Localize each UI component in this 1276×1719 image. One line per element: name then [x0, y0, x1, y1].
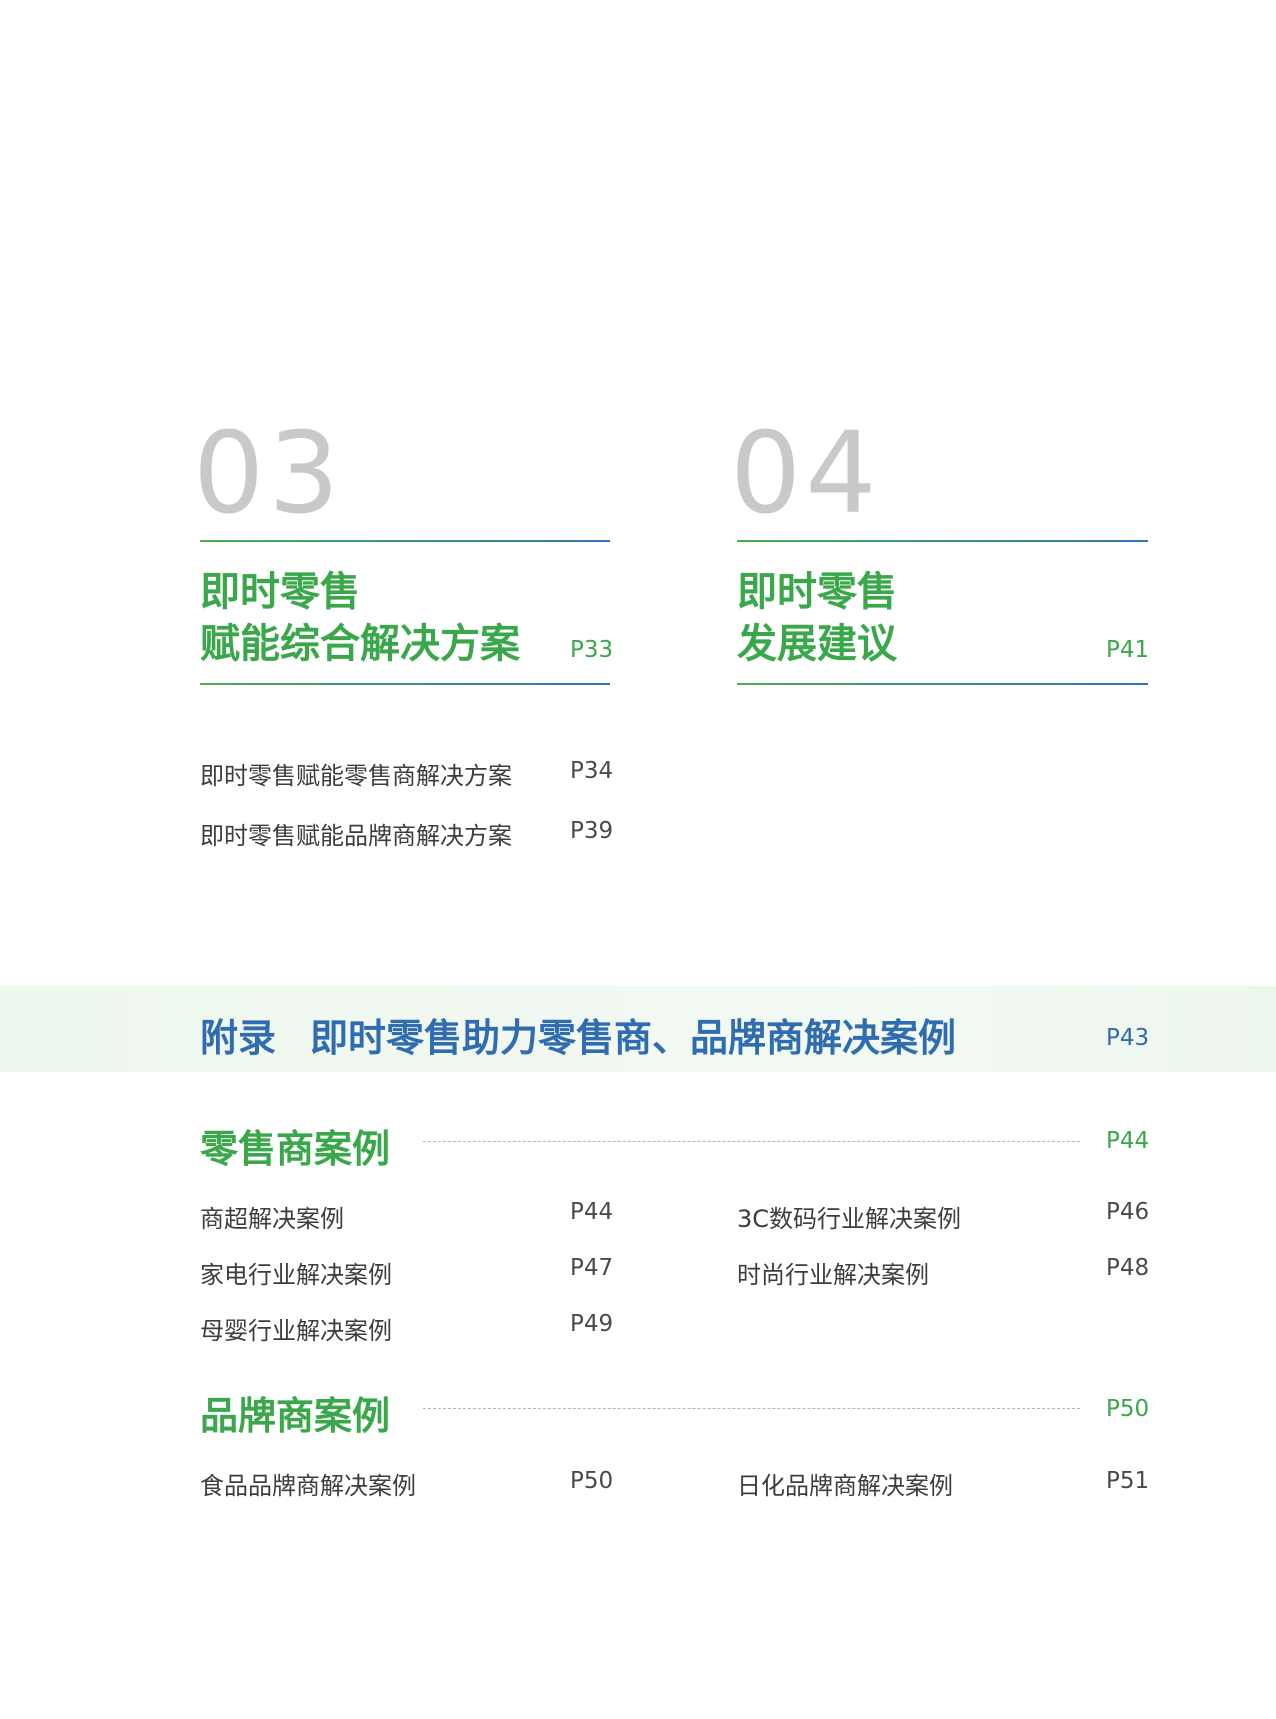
- case-maternal-infant-page[interactable]: P49: [570, 1311, 613, 1337]
- brand-cases-page[interactable]: P50: [1106, 1396, 1149, 1422]
- section-04-top-rule: [737, 540, 1148, 542]
- section-04-title-line1: 即时零售: [737, 569, 897, 615]
- appendix-page[interactable]: P43: [1106, 1025, 1149, 1051]
- case-3c-digital[interactable]: 3C数码行业解决案例: [737, 1199, 961, 1234]
- section-03-title-line1: 即时零售: [200, 569, 360, 615]
- section-03-top-rule: [200, 540, 610, 542]
- brand-cases-leader-dashes: [423, 1408, 1080, 1409]
- retailer-cases-leader-dashes: [423, 1141, 1080, 1142]
- case-3c-digital-page[interactable]: P46: [1106, 1199, 1149, 1225]
- section-04-page[interactable]: P41: [1106, 637, 1149, 663]
- section-03-bottom-rule: [200, 683, 610, 685]
- section-03-page[interactable]: P33: [570, 637, 613, 663]
- toc-item-brand-solution-page[interactable]: P39: [570, 818, 613, 844]
- case-supermarket[interactable]: 商超解决案例: [200, 1199, 344, 1234]
- case-food-brand[interactable]: 食品品牌商解决案例: [200, 1466, 416, 1501]
- section-number-03: 03: [193, 409, 344, 539]
- toc-item-retailer-solution[interactable]: 即时零售赋能零售商解决方案: [200, 756, 512, 791]
- section-03-title-line2: 赋能综合解决方案: [200, 621, 520, 667]
- case-maternal-infant[interactable]: 母婴行业解决案例: [200, 1311, 392, 1346]
- section-number-04: 04: [730, 409, 881, 539]
- appendix-title-text: 即时零售助力零售商、品牌商解决案例: [310, 1016, 957, 1060]
- section-04-title-line2: 发展建议: [737, 621, 897, 667]
- case-fashion[interactable]: 时尚行业解决案例: [737, 1255, 929, 1290]
- retailer-cases-title[interactable]: 零售商案例: [200, 1118, 390, 1173]
- section-04-title[interactable]: 即时零售 发展建议: [737, 566, 897, 670]
- section-04-bottom-rule: [737, 683, 1148, 685]
- case-home-appliance[interactable]: 家电行业解决案例: [200, 1255, 392, 1290]
- case-fashion-page[interactable]: P48: [1106, 1255, 1149, 1281]
- case-supermarket-page[interactable]: P44: [570, 1199, 613, 1225]
- appendix-label: 附录: [200, 1016, 277, 1060]
- toc-item-retailer-solution-page[interactable]: P34: [570, 758, 613, 784]
- toc-item-brand-solution[interactable]: 即时零售赋能品牌商解决方案: [200, 816, 512, 851]
- case-daily-chemical-brand-page[interactable]: P51: [1106, 1468, 1149, 1494]
- case-home-appliance-page[interactable]: P47: [570, 1255, 613, 1281]
- case-food-brand-page[interactable]: P50: [570, 1468, 613, 1494]
- case-daily-chemical-brand[interactable]: 日化品牌商解决案例: [737, 1466, 953, 1501]
- retailer-cases-page[interactable]: P44: [1106, 1128, 1149, 1154]
- section-03-title[interactable]: 即时零售 赋能综合解决方案: [200, 566, 520, 670]
- brand-cases-title[interactable]: 品牌商案例: [200, 1385, 390, 1440]
- appendix-title[interactable]: 附录 即时零售助力零售商、品牌商解决案例: [200, 1007, 956, 1062]
